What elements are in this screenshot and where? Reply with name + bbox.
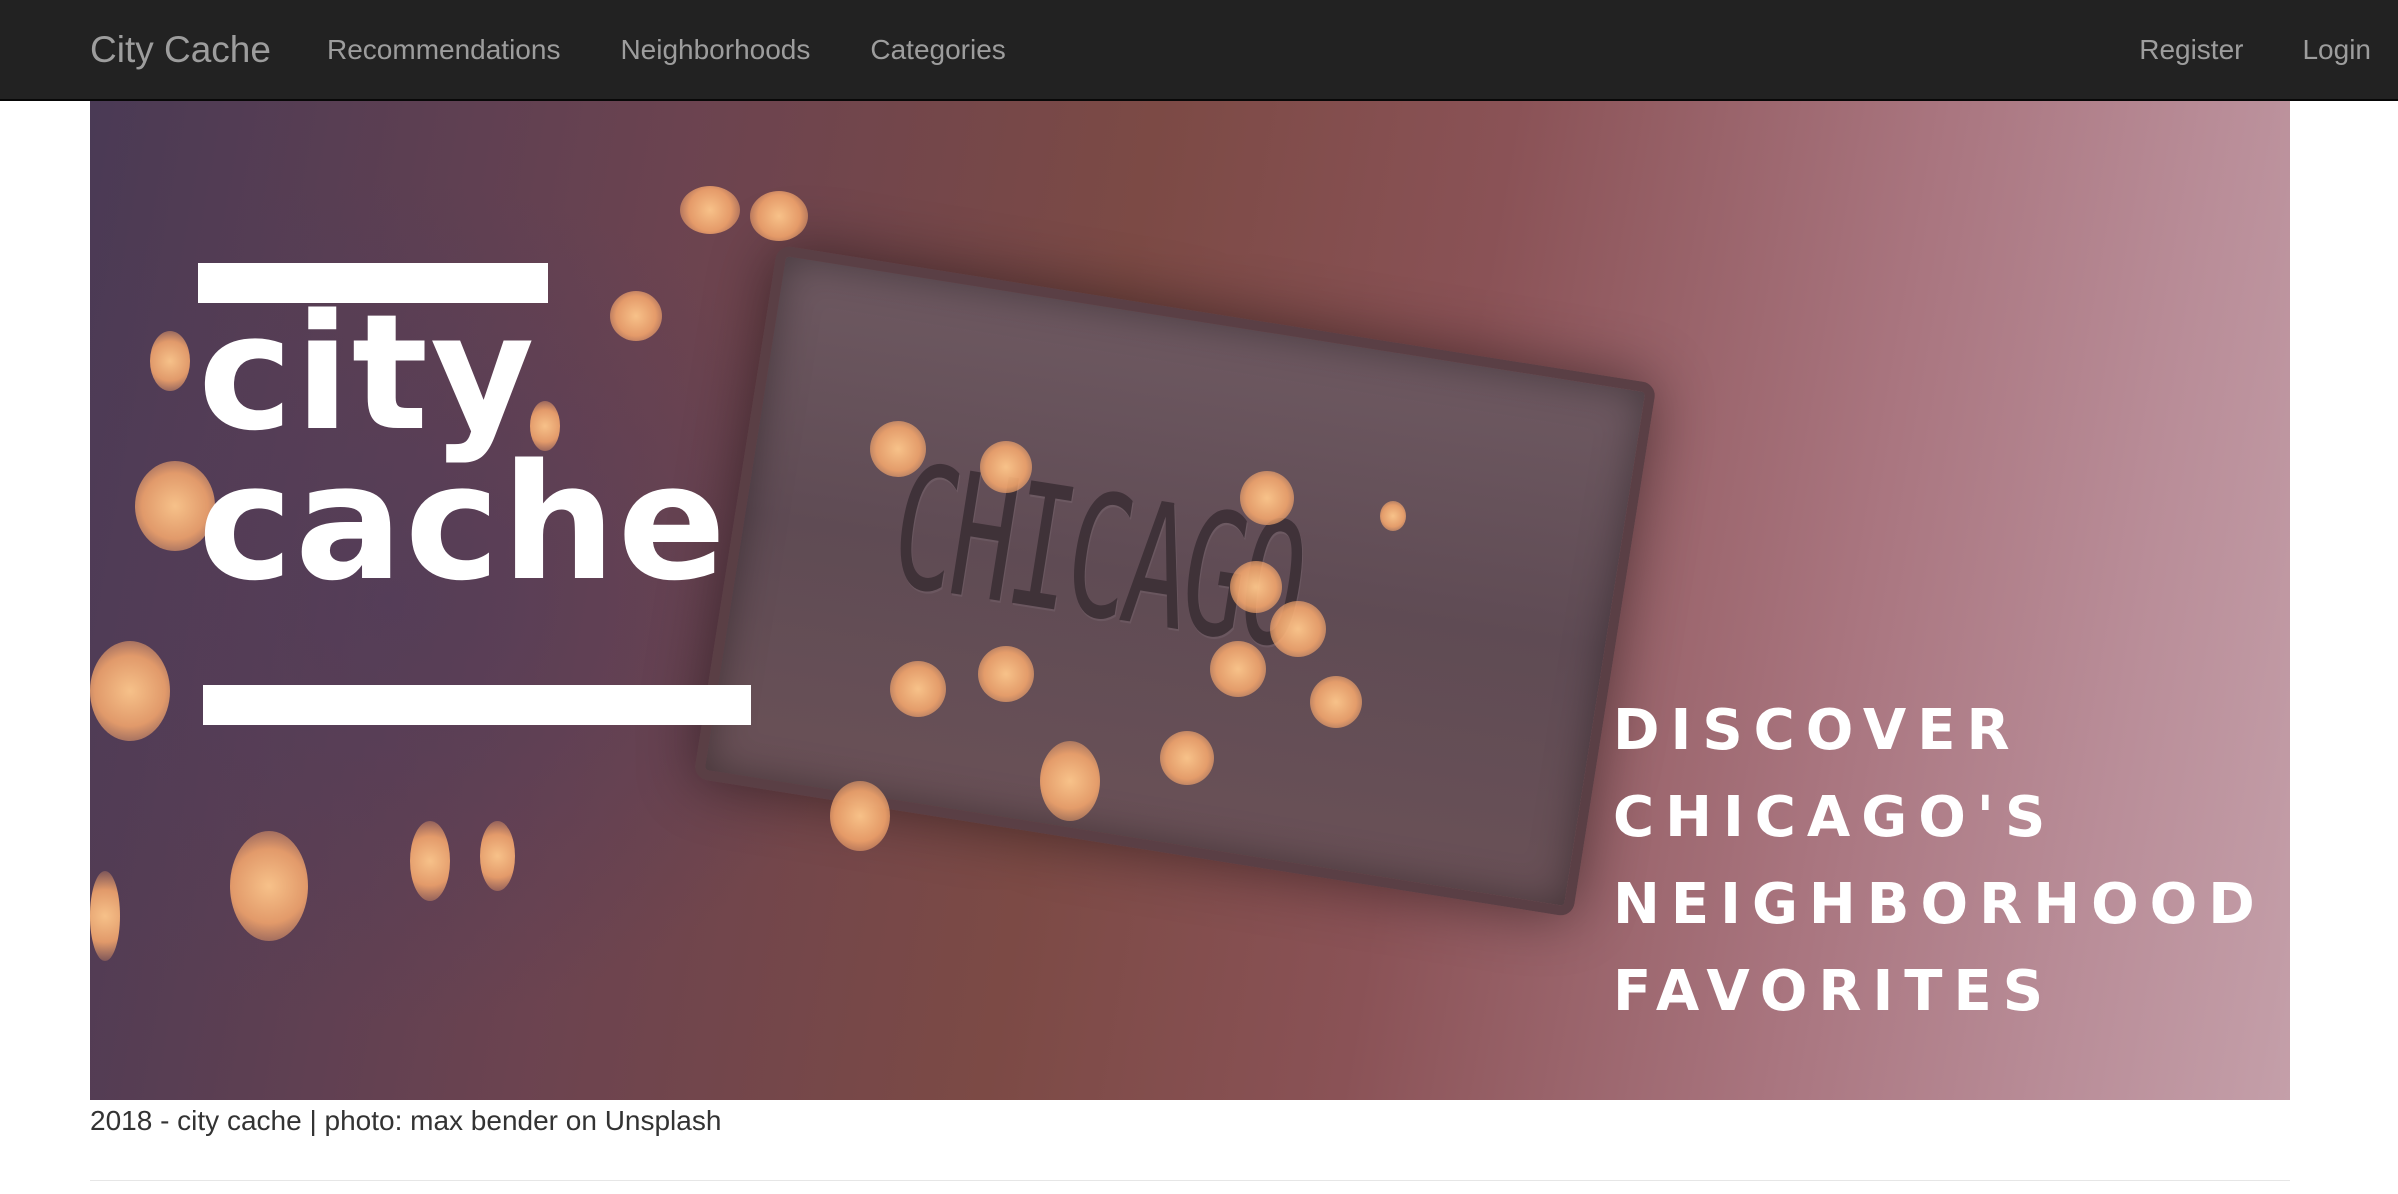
photo-caption: 2018 - city cache | photo: max bender on…	[90, 1105, 722, 1136]
bokeh-light	[750, 191, 808, 241]
nav-right-links: Register Login	[2139, 32, 2371, 68]
bokeh-light	[870, 421, 926, 477]
bokeh-light	[1160, 731, 1214, 785]
bokeh-light	[1210, 641, 1266, 697]
bokeh-light	[410, 821, 450, 901]
brand-link[interactable]: City Cache	[90, 28, 271, 72]
bokeh-light	[1380, 501, 1406, 531]
bokeh-light	[1310, 676, 1362, 728]
nav-link-register[interactable]: Register	[2139, 32, 2243, 68]
footer-divider	[90, 1180, 2290, 1181]
nav-link-recommendations[interactable]: Recommendations	[327, 32, 560, 68]
bokeh-light	[1230, 561, 1282, 613]
nav-left-links: Recommendations Neighborhoods Categories	[327, 32, 1006, 68]
hero-tagline: DISCOVER CHICAGO'S NEIGHBORHOOD FAVORITE…	[1613, 687, 2266, 1035]
bokeh-light	[1240, 471, 1294, 525]
nav-link-login[interactable]: Login	[2302, 32, 2371, 68]
bokeh-light	[980, 441, 1032, 493]
bokeh-light	[90, 641, 170, 741]
bokeh-light	[890, 661, 946, 717]
logo-bar-bottom	[203, 685, 751, 725]
logo-word-cache: cache	[198, 429, 729, 616]
top-navbar: City Cache Recommendations Neighborhoods…	[0, 0, 2398, 101]
bokeh-light	[680, 186, 740, 234]
tagline-line: DISCOVER	[1613, 698, 2021, 763]
bokeh-light	[1270, 601, 1326, 657]
tagline-line: CHICAGO'S	[1613, 785, 2057, 850]
bokeh-light	[830, 781, 890, 851]
nav-link-neighborhoods[interactable]: Neighborhoods	[620, 32, 810, 68]
bokeh-light	[230, 831, 308, 941]
bokeh-light	[978, 646, 1034, 702]
tagline-line: FAVORITES	[1613, 959, 2055, 1024]
bokeh-light	[150, 331, 190, 391]
hero-image: CHICAGO city cache DISCOVER CHICAGO'S NE…	[90, 101, 2290, 1100]
nav-link-categories[interactable]: Categories	[870, 32, 1005, 68]
bokeh-light	[90, 871, 120, 961]
bokeh-light	[1040, 741, 1100, 821]
bokeh-light	[480, 821, 515, 891]
tagline-line: NEIGHBORHOOD	[1613, 872, 2266, 937]
city-cache-logo: city cache	[198, 263, 758, 725]
